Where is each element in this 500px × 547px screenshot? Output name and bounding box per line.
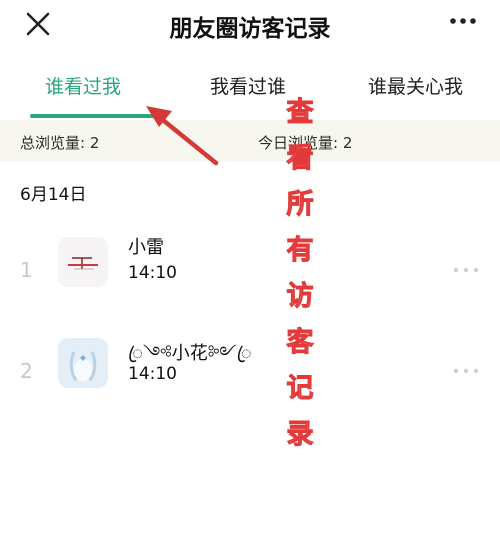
annotation-char: 有 [286,235,314,267]
annotation-char: 录 [286,419,314,451]
visitor-row[interactable]: 1 小雷 14:10 [0,233,500,313]
more-horizontal-icon[interactable] [448,11,478,31]
row-index: 2 [20,359,33,383]
more-horizontal-icon[interactable] [452,366,480,376]
annotation-char: 所 [286,189,314,221]
total-views-stat: 总浏览量: 2 [20,134,100,152]
stats-bar: 总浏览量: 2 今日浏览量: 2 [0,120,500,162]
visit-time: 14:10 [128,364,177,384]
active-tab-indicator [30,114,165,118]
annotation-char: 访 [286,281,314,313]
avatar[interactable] [58,237,108,287]
tab-who-viewed-me[interactable]: 谁看过我 [45,72,121,99]
annotation-char: 客 [286,327,314,359]
top-bar: 朋友圈访客记录 [0,0,500,50]
annotation-char: 查 [286,97,314,129]
row-index: 1 [20,258,33,282]
visitor-row[interactable]: 2 ꦿ༺小花༻ꦿ 14:10 [0,334,500,414]
visit-time: 14:10 [128,263,177,283]
tab-who-cares-most[interactable]: 谁最关心我 [368,72,463,99]
tab-bar: 谁看过我 我看过谁 谁最关心我 [0,62,500,122]
annotation-char: 记 [286,373,314,405]
annotation-vertical-text: 查 看 所 有 访 客 记 录 [283,90,317,458]
visitor-name: 小雷 [128,237,164,258]
page-title: 朋友圈访客记录 [169,16,331,42]
annotation-char: 看 [286,143,314,175]
tab-who-i-viewed[interactable]: 我看过谁 [210,72,286,99]
date-header: 6月14日 [20,185,87,205]
more-horizontal-icon[interactable] [452,265,480,275]
avatar[interactable] [58,338,108,388]
